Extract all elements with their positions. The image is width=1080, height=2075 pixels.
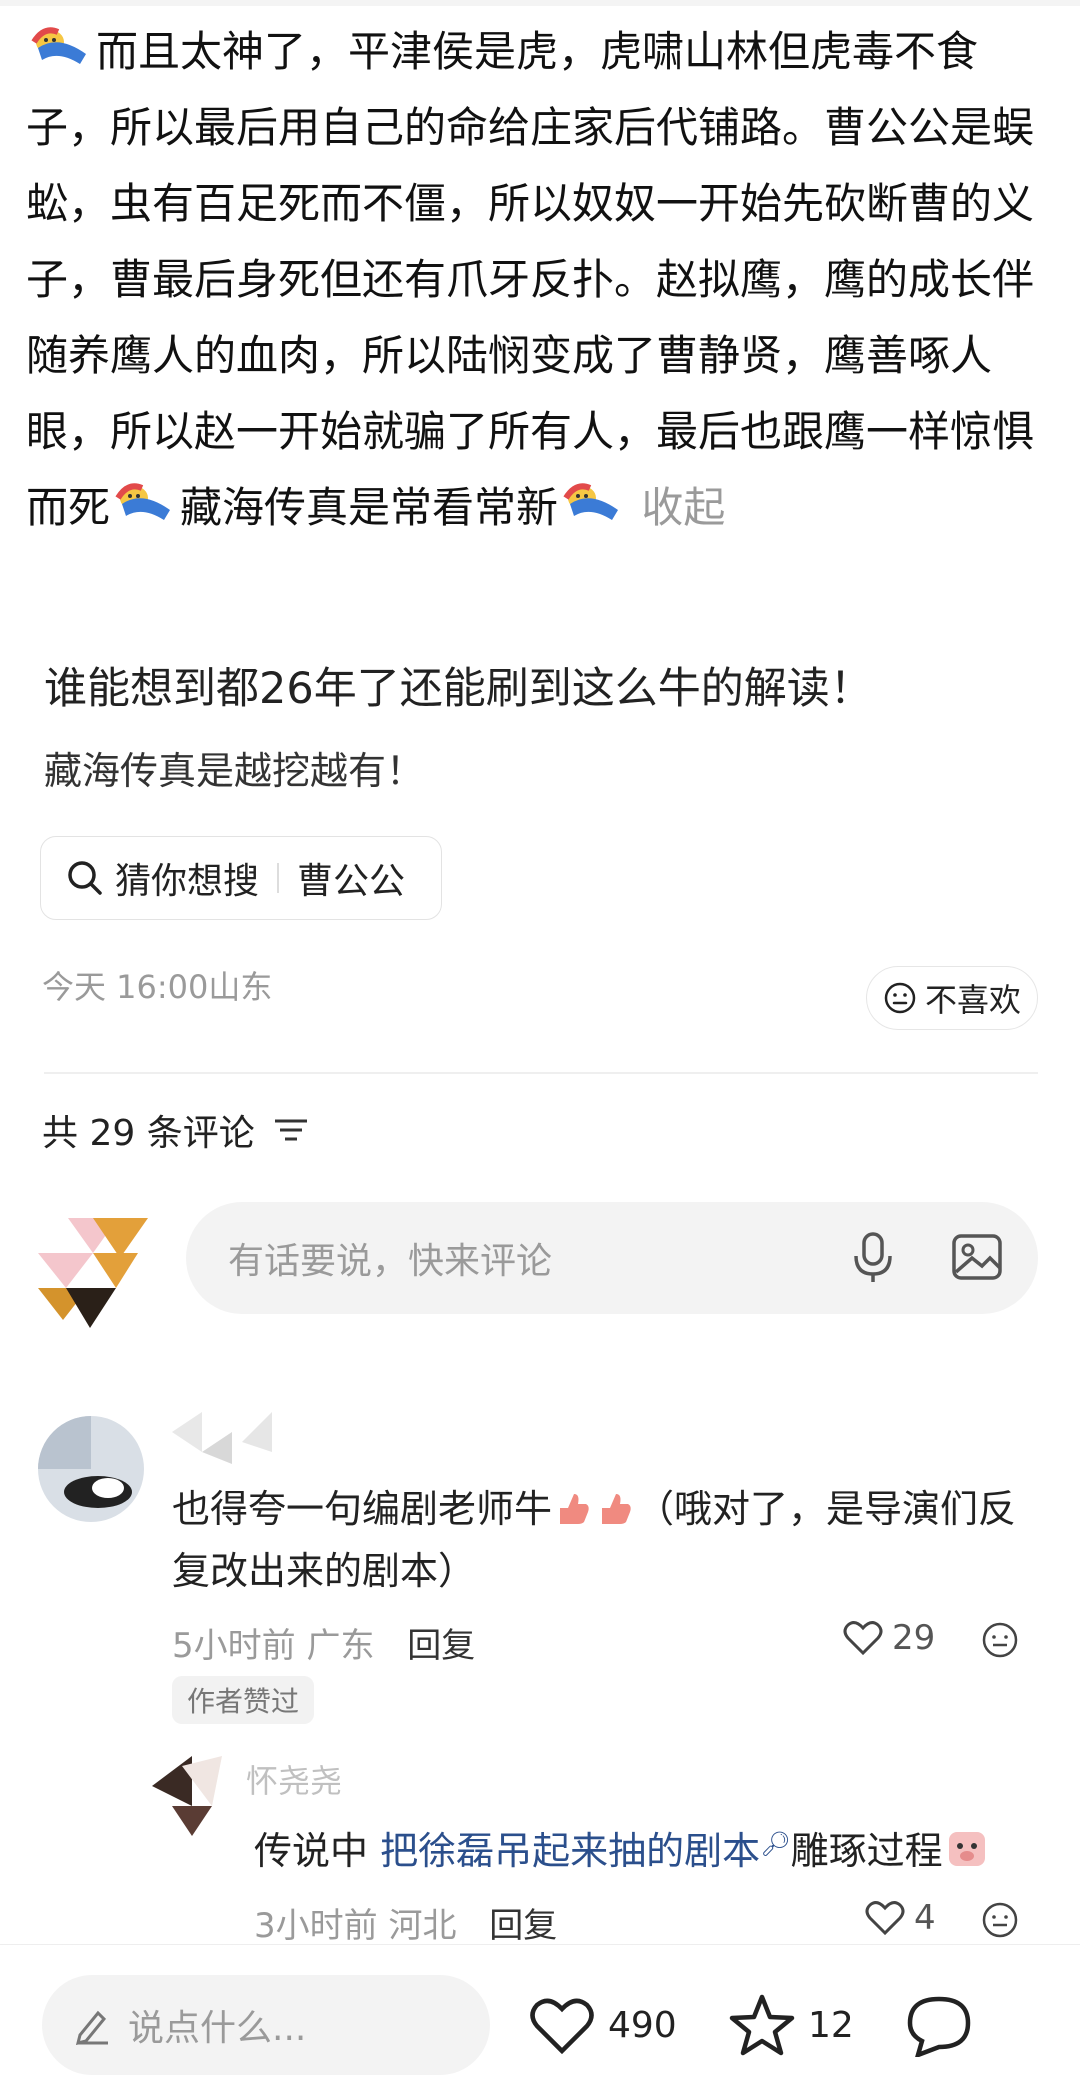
comment-bubble-icon[interactable] (904, 1993, 974, 2057)
thumbs-up-emoji-icon (602, 1494, 631, 1524)
more-options-icon[interactable] (980, 1620, 1020, 1660)
reply-text-before: 传说中 (254, 1829, 381, 1873)
image-icon[interactable] (948, 1228, 1006, 1286)
reply-author-name: 怀尧尧 (246, 1762, 343, 1800)
post-like-count: 490 (608, 2004, 677, 2046)
neutral-face-icon (884, 982, 916, 1014)
pencil-icon (75, 2010, 108, 2045)
clown-emoji-icon (31, 27, 86, 64)
clown-emoji-icon (115, 483, 171, 520)
search-chip-prefix: 猜你想搜 (115, 861, 260, 902)
author-liked-badge: 作者赞过 (172, 1676, 314, 1724)
search-link-icon: 🔎︎ (760, 1830, 791, 1858)
like-post-button[interactable]: 490 (528, 1993, 677, 2057)
reply-search-link[interactable]: 把徐磊吊起来抽的剧本 (380, 1829, 760, 1873)
reply-button[interactable]: 回复 (407, 1626, 475, 1666)
pig-face-emoji-icon (948, 1832, 985, 1866)
section-divider (44, 1072, 1038, 1074)
reply-avatar[interactable] (152, 1756, 232, 1836)
dislike-button[interactable]: 不喜欢 (866, 966, 1038, 1030)
favorite-button[interactable]: 12 (728, 1993, 854, 2057)
comment-location: 广东 (306, 1626, 375, 1666)
comment-meta: 5小时前 广东 回复 (172, 1618, 475, 1667)
reply-meta: 3小时前 河北 回复 (254, 1898, 557, 1947)
collapse-link[interactable]: 收起 (641, 483, 725, 532)
sort-icon[interactable] (273, 1115, 309, 1145)
user-avatar (38, 1218, 148, 1328)
bottom-action-bar: 说点什么... 490 12 (0, 1944, 1080, 2075)
reply-text: 传说中 把徐磊吊起来抽的剧本🔎︎雕琢过程 (254, 1820, 991, 1875)
say-something-input[interactable]: 说点什么... (42, 1975, 490, 2075)
say-something-placeholder: 说点什么... (128, 2008, 307, 2049)
search-icon (68, 861, 102, 895)
post-meta: 今天 16:00山东 (42, 968, 273, 1006)
post-text-tail: 藏海传真是常看常新 (180, 483, 559, 532)
comment-like-count: 29 (892, 1618, 936, 1658)
favorite-count: 12 (808, 2004, 854, 2046)
comment-time: 5小时前 (172, 1626, 296, 1666)
post-body: 而且太神了，平津侯是虎，虎啸山林但虎毒不食子，所以最后用自己的命给庄家后代铺路。… (26, 14, 1056, 546)
suggested-search-chip[interactable]: 猜你想搜 曹公公 (40, 836, 442, 920)
clown-emoji-icon (563, 483, 619, 520)
reply-time: 3小时前 (254, 1906, 378, 1946)
heart-icon (530, 1998, 594, 2055)
post-text-main: 而且太神了，平津侯是虎，虎啸山林但虎毒不食子，所以最后用自己的命给庄家后代铺路。… (26, 27, 1035, 532)
chip-separator (277, 863, 280, 893)
reply-like-count: 4 (914, 1898, 936, 1938)
commenter-avatar[interactable] (38, 1416, 144, 1522)
quote-subtitle: 藏海传真是越挖越有！ (44, 749, 425, 793)
reply-reply-button[interactable]: 回复 (489, 1906, 557, 1946)
quote-title: 谁能想到都26年了还能刷到这么牛的解读！ (44, 664, 873, 714)
heart-icon (865, 1901, 905, 1936)
comment-count-label: 共 29 条评论 (42, 1113, 255, 1154)
more-options-icon[interactable] (980, 1900, 1020, 1940)
comment-text: 也得夸一句编剧老师牛 （哦对了，是导演们反复改出来的剧本） (172, 1478, 1022, 1602)
reply-like-button[interactable]: 4 (864, 1898, 936, 1938)
heart-icon (843, 1621, 883, 1656)
comment-count: 共 29 条评论 (42, 1104, 309, 1156)
microphone-icon[interactable] (844, 1228, 902, 1286)
thumbs-up-emoji-icon (560, 1494, 589, 1524)
search-chip-term: 曹公公 (297, 861, 406, 902)
dislike-label: 不喜欢 (924, 981, 1021, 1019)
reply-text-after: 雕琢过程 (790, 1829, 943, 1873)
comment-like-button[interactable]: 29 (842, 1618, 935, 1658)
star-icon (729, 1994, 795, 2056)
comment-input-placeholder: 有话要说，快来评论 (228, 1241, 553, 1282)
comment-input[interactable]: 有话要说，快来评论 (186, 1202, 1038, 1314)
commenter-name-redacted (172, 1412, 272, 1464)
reply-location: 河北 (388, 1906, 457, 1946)
top-divider (0, 0, 1080, 6)
comment-text-before: 也得夸一句编剧老师牛 (172, 1487, 553, 1531)
